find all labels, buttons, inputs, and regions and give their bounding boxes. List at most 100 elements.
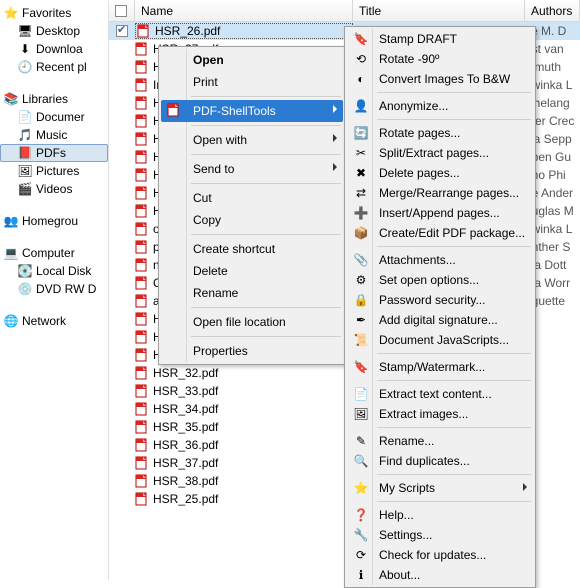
submenu-item[interactable]: 🔄Rotate pages... (347, 123, 533, 143)
pdf-file-icon (135, 114, 149, 128)
file-name: HSR_36.pdf (153, 438, 218, 452)
submenu-item-label: Create/Edit PDF package... (379, 226, 525, 240)
sidebar-item-music[interactable]: 🎵Music (0, 126, 108, 144)
lock-icon: 🔒 (353, 292, 369, 308)
menu-item[interactable]: PDF-ShellTools (161, 100, 343, 122)
submenu-item-label: Set open options... (379, 273, 479, 287)
menu-separator (377, 474, 531, 475)
submenu-item[interactable]: 📜Document JavaScripts... (347, 330, 533, 350)
submenu-item[interactable]: ⭐My Scripts (347, 478, 533, 498)
menu-item[interactable]: Open (161, 49, 343, 71)
del-icon: ✖ (353, 165, 369, 181)
submenu-item-label: Extract images... (379, 407, 468, 421)
menu-item-label: Open file location (193, 315, 286, 329)
submenu-item[interactable]: 🔒Password security... (347, 290, 533, 310)
submenu-item[interactable]: ➕Insert/Append pages... (347, 203, 533, 223)
submenu-item[interactable]: 📄Extract text content... (347, 384, 533, 404)
submenu-item[interactable]: 👤Anonymize... (347, 96, 533, 116)
column-checkbox[interactable] (109, 0, 135, 21)
menu-separator (377, 501, 531, 502)
insert-icon: ➕ (353, 205, 369, 221)
text-icon: 📄 (353, 386, 369, 402)
file-name: HSR_26.pdf (155, 24, 220, 38)
pdf-file-icon (135, 294, 149, 308)
menu-item[interactable]: Open file location (161, 311, 343, 333)
sidebar-item-downloads[interactable]: ⬇Downloa (0, 40, 108, 58)
menu-item[interactable]: Rename (161, 282, 343, 304)
network-section[interactable]: 🌐Network (0, 312, 108, 330)
menu-item[interactable]: Send to (161, 158, 343, 180)
homegroup-section[interactable]: 👥Homegrou (0, 212, 108, 230)
submenu-item[interactable]: ◐Convert Images To B&W (347, 69, 533, 89)
submenu-item[interactable]: 🔖Stamp/Watermark... (347, 357, 533, 377)
column-name[interactable]: Name (135, 0, 353, 21)
pdf-file-icon (135, 168, 149, 182)
menu-item[interactable]: Copy (161, 209, 343, 231)
submenu-item[interactable]: ⚙ Set open options... (347, 270, 533, 290)
pdftools-icon (167, 103, 183, 119)
submenu-item[interactable]: ✎Rename... (347, 431, 533, 451)
menu-separator (191, 96, 341, 97)
submenu-item[interactable]: 🖼Extract images... (347, 404, 533, 424)
select-all-checkbox[interactable] (115, 5, 127, 17)
pdf-folder-icon: 📕 (18, 146, 32, 160)
sidebar-item-desktop[interactable]: 🖥Desktop (0, 22, 108, 40)
menu-item[interactable]: Open with (161, 129, 343, 151)
computer-section[interactable]: 💻Computer (0, 244, 108, 262)
pdf-file-icon (135, 42, 149, 56)
submenu-item-label: Rotate -90º (379, 52, 439, 66)
menu-item-label: Open with (193, 133, 247, 147)
submenu-item[interactable]: ✖Delete pages... (347, 163, 533, 183)
file-checkbox[interactable] (116, 25, 128, 37)
menu-item[interactable]: Create shortcut (161, 238, 343, 260)
submenu-item[interactable]: ✒Add digital signature... (347, 310, 533, 330)
network-icon: 🌐 (4, 314, 18, 328)
menu-item[interactable]: Delete (161, 260, 343, 282)
submenu-item[interactable]: ✂Split/Extract pages... (347, 143, 533, 163)
pdf-file-icon (135, 132, 149, 146)
column-authors[interactable]: Authors (525, 0, 580, 21)
menu-item[interactable]: Cut (161, 187, 343, 209)
sidebar-item-pdfs[interactable]: 📕PDFs (0, 144, 108, 162)
pdf-file-icon (135, 366, 149, 380)
sidebar-item-pictures[interactable]: 🖼Pictures (0, 162, 108, 180)
file-name: HSR_32.pdf (153, 366, 218, 380)
openopt-icon: ⚙ (353, 272, 369, 288)
column-title[interactable]: Title (353, 0, 525, 21)
menu-separator (377, 119, 531, 120)
pdf-file-icon (135, 222, 149, 236)
download-icon: ⬇ (18, 42, 32, 56)
submenu-item[interactable]: 📎Attachments... (347, 250, 533, 270)
computer-icon: 💻 (4, 246, 18, 260)
sidebar-item-videos[interactable]: 🎬Videos (0, 180, 108, 198)
sidebar-item-documents[interactable]: 📄Documer (0, 108, 108, 126)
submenu-item[interactable]: ⇄Merge/Rearrange pages... (347, 183, 533, 203)
stamp-icon: 🔖 (353, 31, 369, 47)
pdf-file-icon (135, 402, 149, 416)
pdf-file-icon (135, 258, 149, 272)
submenu-item[interactable]: ℹAbout... (347, 565, 533, 585)
sidebar-item-dvd[interactable]: 💿DVD RW D (0, 280, 108, 298)
pdf-file-icon (135, 240, 149, 254)
submenu-item[interactable]: ⟳Check for updates... (347, 545, 533, 565)
submenu-item[interactable]: ❓Help... (347, 505, 533, 525)
favorites-section[interactable]: ⭐Favorites (0, 4, 108, 22)
submenu-item[interactable]: 🔖Stamp DRAFT (347, 29, 533, 49)
submenu-item-label: Split/Extract pages... (379, 146, 489, 160)
submenu-item[interactable]: ⟲Rotate -90º (347, 49, 533, 69)
submenu-item-label: Anonymize... (379, 99, 448, 113)
submenu-arrow-icon (333, 105, 337, 113)
pdf-file-icon (135, 204, 149, 218)
package-icon: 📦 (353, 225, 369, 241)
submenu-item[interactable]: 📦 Create/Edit PDF package... (347, 223, 533, 243)
pdf-file-icon (135, 492, 149, 506)
submenu-item[interactable]: 🔍Find duplicates... (347, 451, 533, 471)
sidebar-item-recent[interactable]: 🕘Recent pl (0, 58, 108, 76)
music-icon: 🎵 (18, 128, 32, 142)
libraries-section[interactable]: 📚Libraries (0, 90, 108, 108)
menu-item[interactable]: Properties (161, 340, 343, 362)
menu-item[interactable]: Print (161, 71, 343, 93)
videos-icon: 🎬 (18, 182, 32, 196)
submenu-item[interactable]: 🔧Settings... (347, 525, 533, 545)
sidebar-item-localdisk[interactable]: 💽Local Disk (0, 262, 108, 280)
